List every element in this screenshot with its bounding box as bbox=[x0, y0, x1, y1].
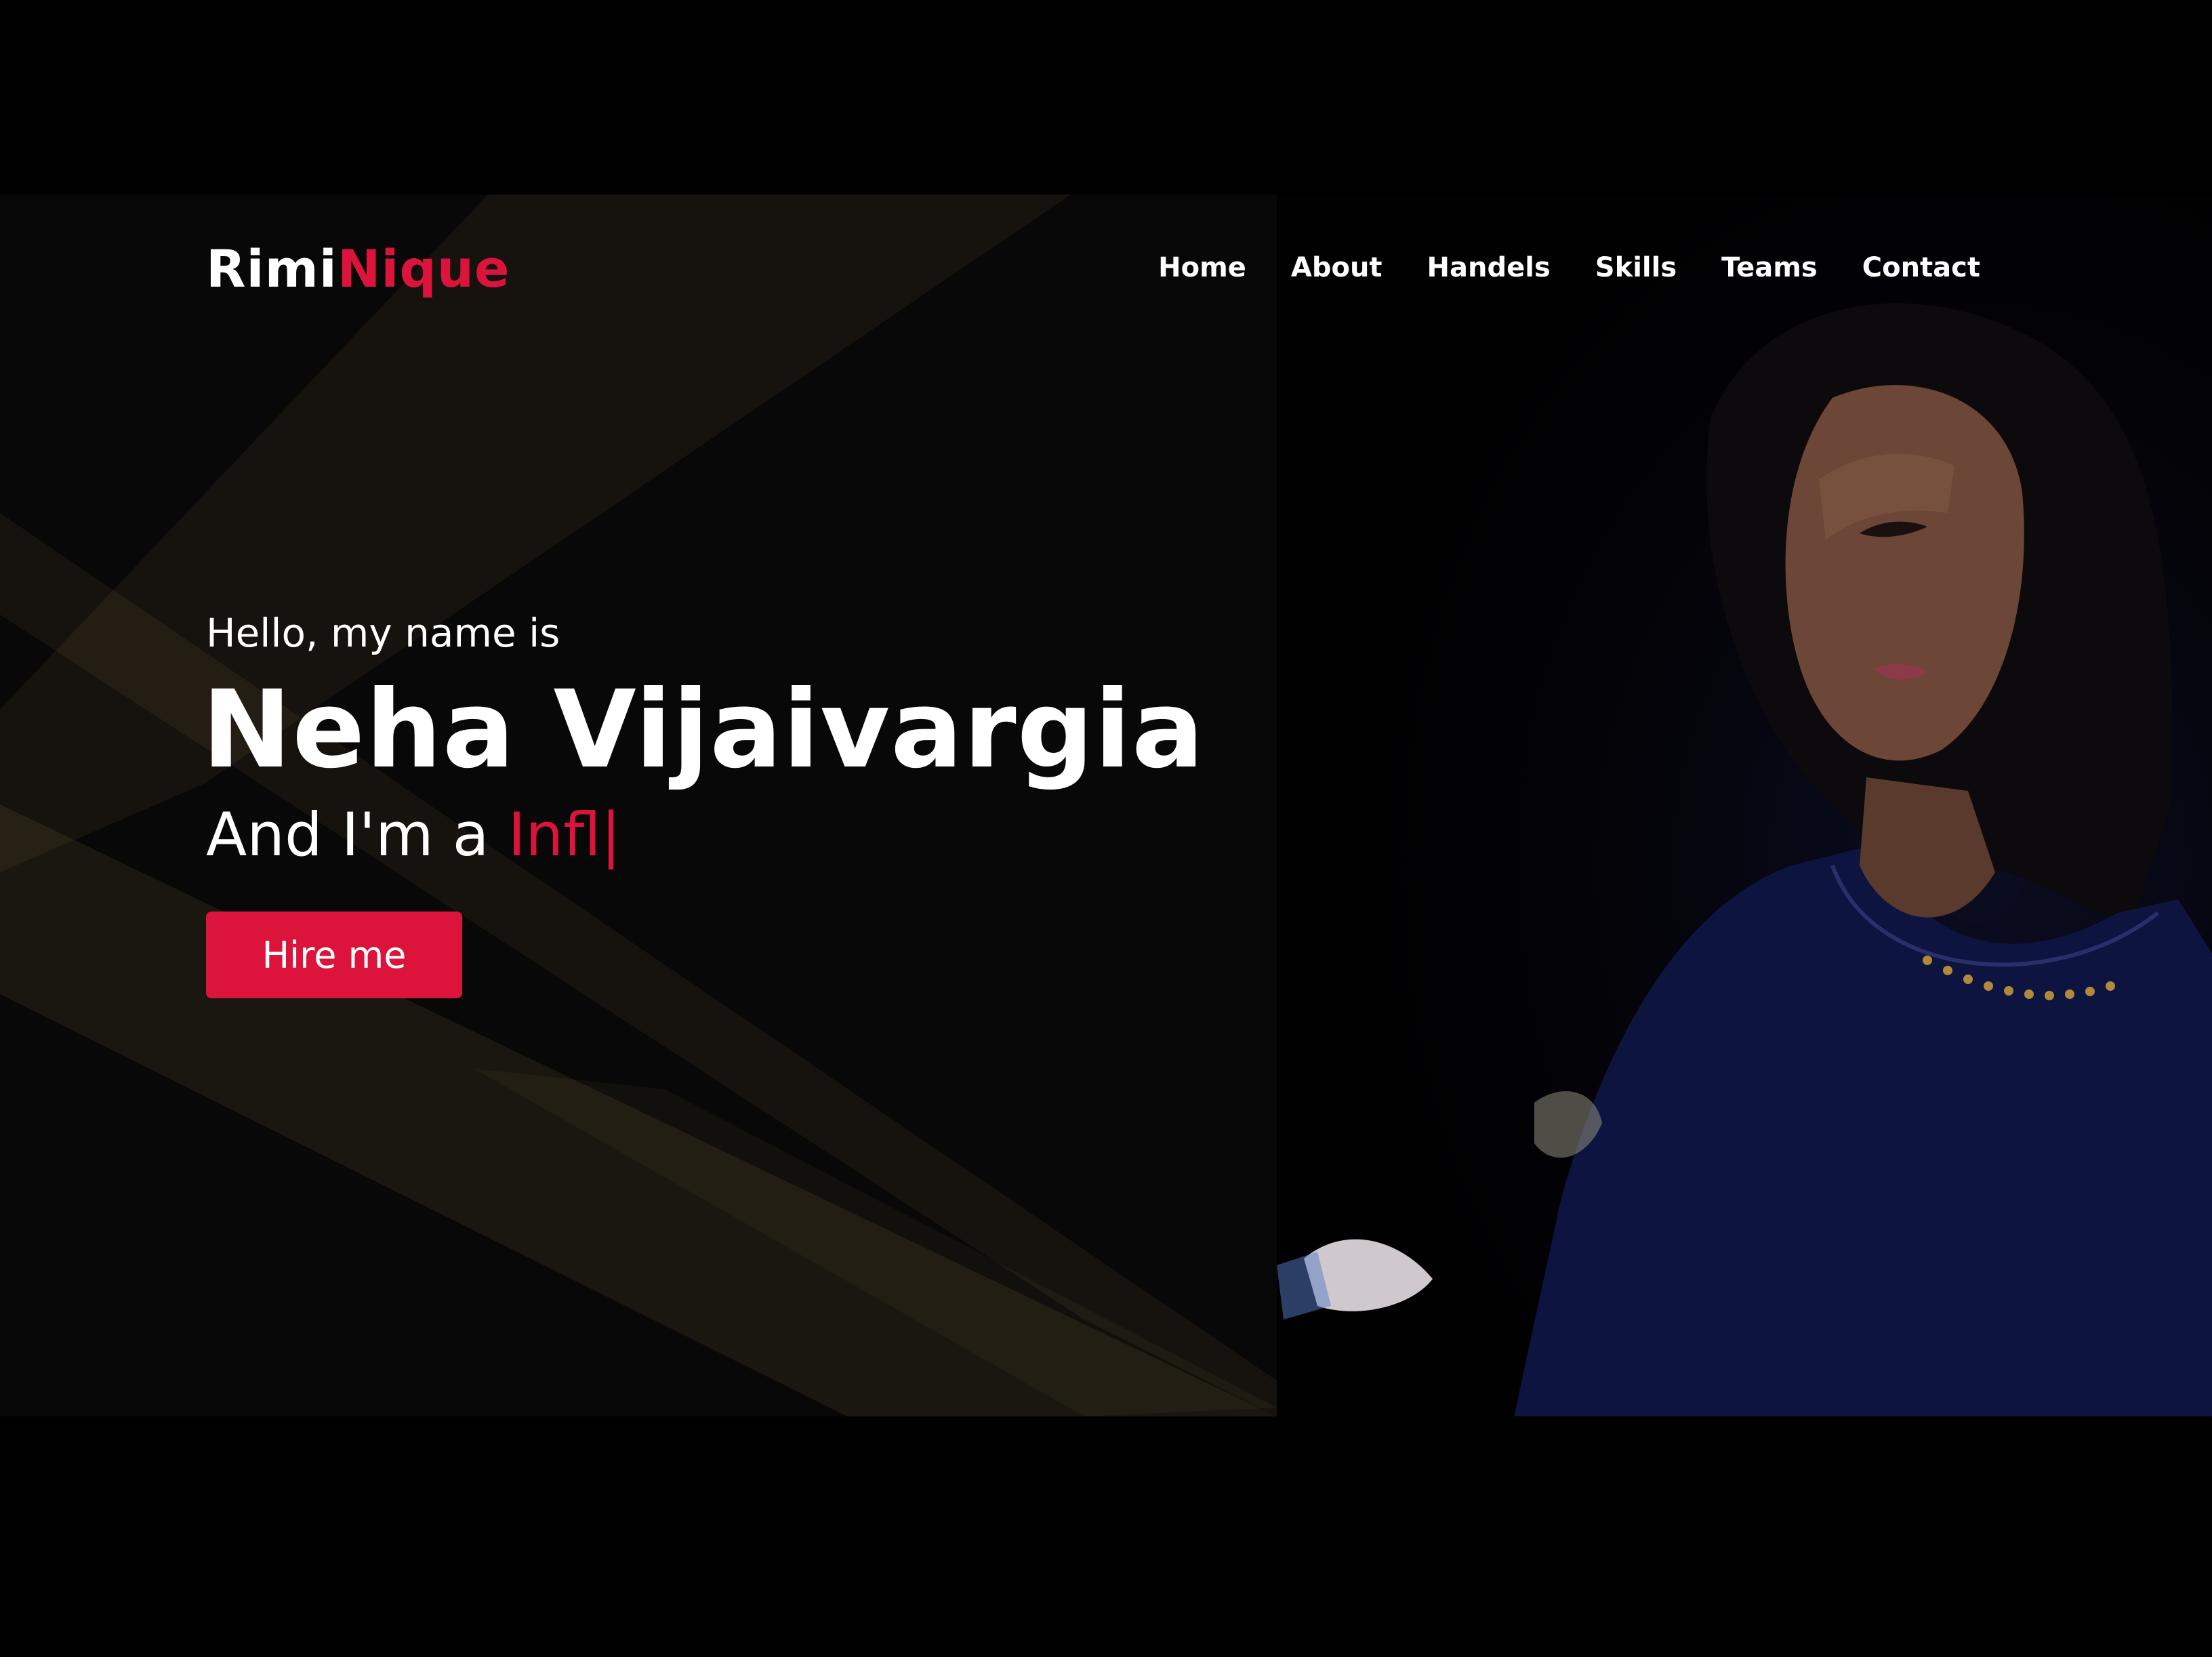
hero-role-prefix: And I'm a bbox=[206, 800, 508, 870]
portrait-photo bbox=[1277, 195, 2212, 1416]
nav-about-link[interactable]: About bbox=[1291, 252, 1382, 283]
brand-logo-part2: Nique bbox=[337, 239, 510, 299]
page: RimiNique Home About Handels Skills Team… bbox=[0, 0, 2212, 1657]
brand-logo[interactable]: RimiNique bbox=[206, 239, 510, 299]
brand-logo-part1: Rimi bbox=[206, 239, 337, 299]
main-nav: Home About Handels Skills Teams Contact bbox=[1158, 252, 1980, 283]
hero-background-beams bbox=[0, 195, 1277, 1416]
nav-teams-link[interactable]: Teams bbox=[1721, 252, 1818, 283]
hero-greeting: Hello, my name is bbox=[206, 610, 560, 656]
nav-skills-link[interactable]: Skills bbox=[1595, 252, 1677, 283]
nav-handels-link[interactable]: Handels bbox=[1427, 252, 1551, 283]
nav-contact-link[interactable]: Contact bbox=[1862, 252, 1980, 283]
hero-role: And I'm a Infl| bbox=[206, 800, 621, 870]
typing-cursor: | bbox=[600, 800, 621, 870]
hero-role-typed: Infl bbox=[508, 800, 601, 870]
nav-home-link[interactable]: Home bbox=[1158, 252, 1246, 283]
hero-name: Neha Vijaivargia bbox=[202, 668, 1205, 792]
hire-me-button[interactable]: Hire me bbox=[206, 912, 462, 998]
hero-section: RimiNique Home About Handels Skills Team… bbox=[0, 195, 2212, 1416]
